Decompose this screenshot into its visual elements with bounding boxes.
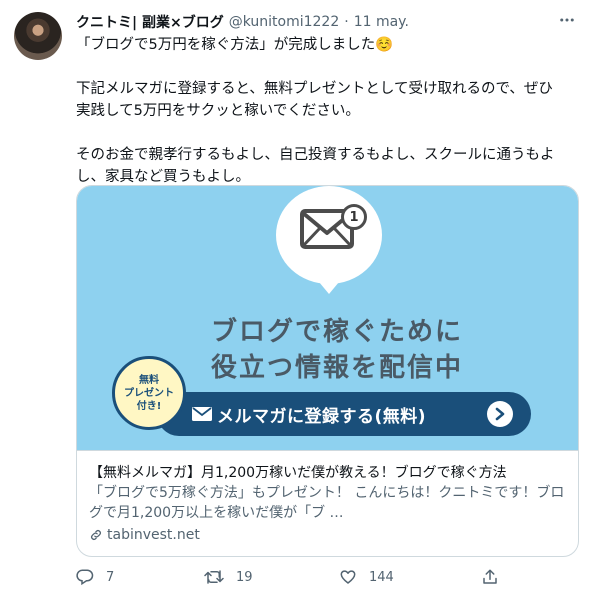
card-domain: tabinvest.net (89, 527, 568, 543)
like-button[interactable]: 144 (339, 568, 394, 586)
tweet-line: 実践して5万円をサクッと稼いでください。 (76, 103, 360, 119)
speech-bubble-tail (319, 282, 339, 294)
retweet-icon (204, 570, 224, 584)
envelope-icon (192, 407, 212, 421)
tweet-date[interactable]: 11 may. (354, 14, 409, 30)
tweet-line: 「ブログで5万円を稼ぐ方法」が完成しました☺️ (76, 37, 394, 53)
retweet-button[interactable]: 19 (204, 568, 253, 586)
share-icon (483, 569, 497, 584)
signup-cta[interactable]: メルマガに登録する(無料) (157, 392, 531, 436)
card-image[interactable]: 1 ブログで稼ぐために 役立つ情報を配信中 メルマガに登録する(無料) 無料 プ… (77, 186, 578, 450)
tweet-line: 下記メルマガに登録すると、無料プレゼントとして受け取れるので、ぜひ (76, 81, 553, 97)
card-domain-text: tabinvest.net (107, 527, 200, 543)
link-card[interactable]: 1 ブログで稼ぐために 役立つ情報を配信中 メルマガに登録する(無料) 無料 プ… (76, 185, 579, 557)
avatar[interactable] (14, 12, 62, 60)
card-description: 「ブログで5万稼ぐ方法」もプレゼント！ こんにちは！クニトミです！ブログで月1,… (89, 485, 565, 521)
badge-line: 付き! (136, 400, 162, 412)
share-button[interactable] (481, 568, 511, 586)
more-icon[interactable] (557, 10, 577, 30)
link-icon (91, 530, 101, 540)
author-handle[interactable]: @kunitomi1222 (229, 14, 340, 30)
notification-badge: 1 (341, 204, 367, 230)
cta-label: メルマガに登録する(無料) (217, 406, 427, 427)
author-name[interactable]: クニトミ| 副業×ブログ (76, 12, 224, 32)
card-headline-line2: 役立つ情報を配信中 (210, 353, 463, 383)
card-meta[interactable]: 【無料メルマガ】月1,200万稼いだ僕が教える！ブログで稼ぐ方法 「ブログで5万… (77, 450, 578, 556)
reply-count: 7 (106, 569, 115, 585)
like-count: 144 (369, 569, 394, 585)
badge-line: プレゼント (124, 387, 174, 399)
like-icon (340, 570, 356, 584)
retweet-count: 19 (236, 569, 253, 585)
arrow-right-icon (487, 401, 513, 427)
reply-icon (76, 569, 94, 586)
tweet-header: クニトミ| 副業×ブログ @kunitomi1222 · 11 may. (76, 12, 551, 32)
free-gift-badge: 無料 プレゼント 付き! (112, 356, 186, 430)
tweet-line: そのお金で親孝行するもよし、自己投資するもよし、スクールに通うもよ (76, 147, 555, 163)
badge-line: 無料 (139, 374, 159, 386)
header-separator: · (344, 14, 349, 30)
card-title: 【無料メルマガ】月1,200万稼いだ僕が教える！ブログで稼ぐ方法 (89, 465, 507, 481)
reply-button[interactable]: 7 (76, 568, 114, 586)
tweet-text: 「ブログで5万円を稼ぐ方法」が完成しました☺️ 下記メルマガに登録すると、無料プ… (76, 34, 576, 188)
card-headline-line1: ブログで稼ぐために (210, 317, 463, 347)
tweet-actions: 7 19 144 (76, 568, 506, 592)
